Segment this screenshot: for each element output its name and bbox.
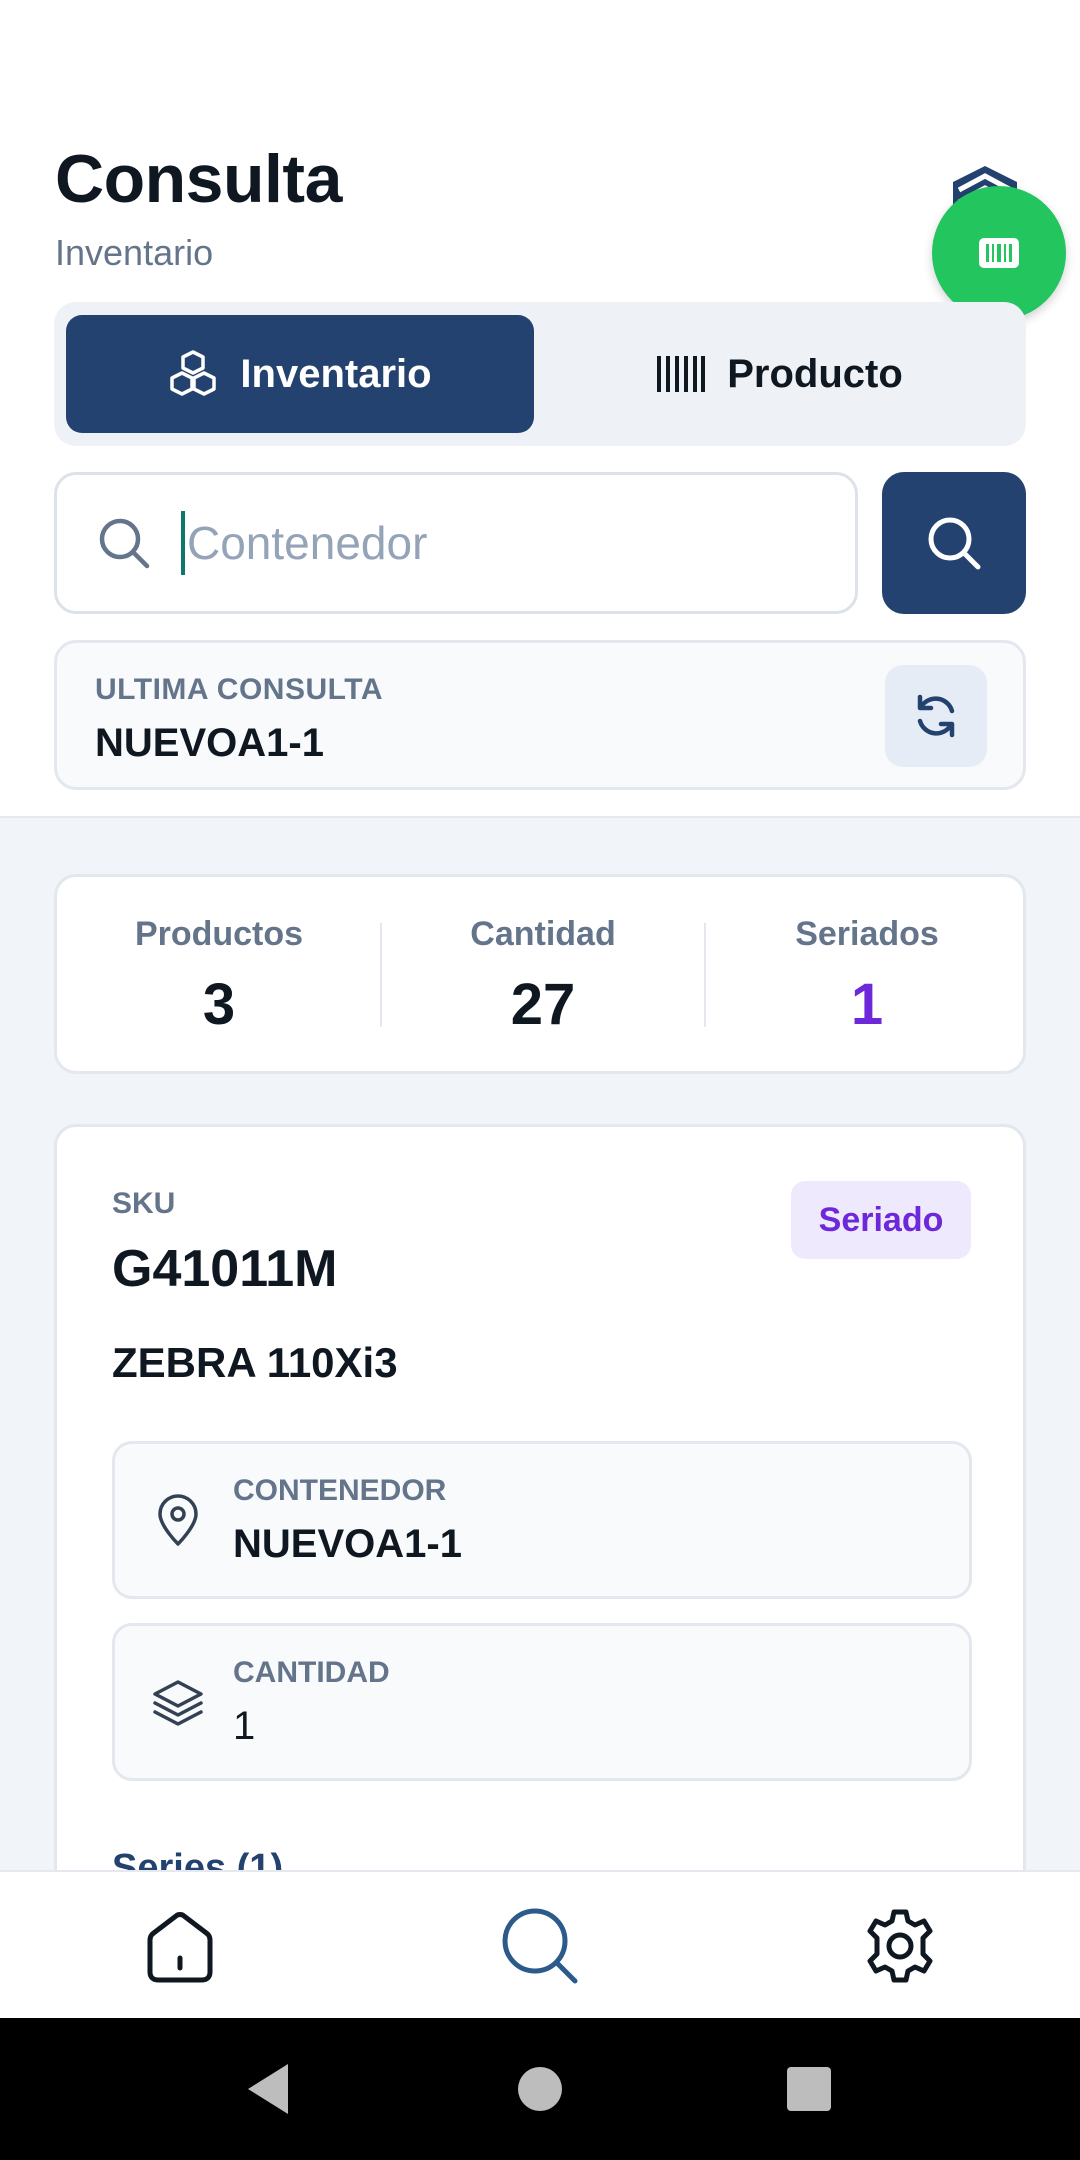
mode-tabs: Inventario Producto: [54, 302, 1026, 446]
stat-value: 1: [850, 972, 884, 1037]
product-card[interactable]: SKU G41011M Seriado ZEBRA 110Xi3 CONTENE…: [54, 1124, 1026, 1870]
stat-label: Productos: [134, 915, 304, 953]
container-search-input[interactable]: [187, 516, 787, 570]
system-nav-bar: [0, 2018, 1080, 2160]
map-pin-icon: [158, 1494, 198, 1546]
nav-settings[interactable]: [850, 1896, 950, 1996]
page-title: Consulta: [55, 141, 342, 217]
results-area[interactable]: Productos 3 Cantidad 27 Seriados 1 SKU G…: [0, 816, 1080, 1870]
bottom-nav: [0, 1870, 1080, 2018]
refresh-button[interactable]: [885, 665, 987, 767]
back-icon[interactable]: [240, 2058, 302, 2120]
search-icon: [928, 517, 981, 570]
last-query-label: ULTIMA CONSULTA: [95, 673, 384, 706]
search-button[interactable]: [882, 472, 1026, 614]
recents-icon[interactable]: [778, 2058, 840, 2120]
series-link[interactable]: Series (1): [112, 1847, 283, 1870]
sku-label: SKU: [112, 1187, 176, 1220]
layers-icon: [153, 1680, 203, 1726]
home-circle-icon[interactable]: [509, 2058, 571, 2120]
page-subtitle: Inventario: [55, 232, 214, 273]
quantity-value: 1: [233, 1704, 256, 1748]
stat-value: 27: [510, 972, 576, 1037]
last-query-card: ULTIMA CONSULTA NUEVOA1-1: [54, 640, 1026, 790]
nav-search[interactable]: [490, 1896, 590, 1996]
stat-cantidad: Cantidad 27: [381, 877, 705, 1077]
gear-icon: [867, 1909, 933, 1983]
boxes-icon: [170, 350, 217, 396]
container-info-box: CONTENEDOR NUEVOA1-1: [112, 1441, 972, 1599]
tab-inventario[interactable]: Inventario: [66, 315, 534, 433]
stat-value: 3: [202, 972, 236, 1037]
stat-productos: Productos 3: [57, 877, 381, 1077]
nav-home[interactable]: [130, 1896, 230, 1996]
text-cursor: [181, 511, 185, 575]
header: Consulta Inventario Inventario Producto …: [0, 0, 1080, 816]
refresh-icon: [917, 694, 955, 738]
serialized-badge: Seriado: [791, 1181, 971, 1259]
container-label: CONTENEDOR: [233, 1474, 447, 1507]
search-icon: [502, 1908, 578, 1984]
tab-producto[interactable]: Producto: [546, 315, 1014, 433]
sku-value: G41011M: [112, 1240, 338, 1298]
stat-label: Seriados: [795, 915, 939, 953]
barcode-icon: [657, 356, 706, 392]
tab-inventario-label: Inventario: [240, 351, 432, 396]
scan-fab-button[interactable]: [932, 186, 1066, 320]
tab-producto-label: Producto: [727, 351, 903, 396]
stat-seriados: Seriados 1: [705, 877, 1029, 1077]
quantity-label: CANTIDAD: [233, 1656, 390, 1689]
summary-stats-card: Productos 3 Cantidad 27 Seriados 1: [54, 874, 1026, 1074]
search-icon: [99, 518, 150, 569]
last-query-value: NUEVOA1-1: [95, 721, 324, 765]
search-box: [54, 472, 858, 614]
home-icon: [147, 1912, 213, 1983]
stat-label: Cantidad: [470, 915, 616, 953]
barcode-scan-icon: [979, 238, 1019, 268]
product-name: ZEBRA 110Xi3: [112, 1339, 398, 1386]
container-value: NUEVOA1-1: [233, 1522, 462, 1566]
quantity-info-box: CANTIDAD 1: [112, 1623, 972, 1781]
